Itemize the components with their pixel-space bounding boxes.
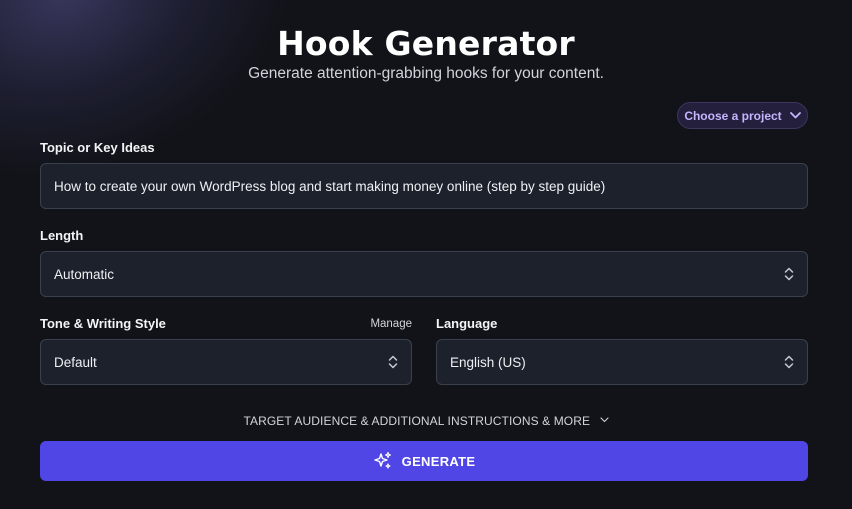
chevron-down-icon <box>789 112 801 119</box>
more-options-label: TARGET AUDIENCE & ADDITIONAL INSTRUCTION… <box>243 414 591 428</box>
choose-project-button[interactable]: Choose a project <box>677 102 808 129</box>
chevron-down-icon <box>599 417 609 423</box>
length-select[interactable]: Automatic <box>40 251 808 297</box>
length-select-value: Automatic <box>54 266 115 282</box>
generate-label: GENERATE <box>401 453 476 469</box>
tone-label: Tone & Writing Style <box>40 316 166 331</box>
language-label: Language <box>436 316 498 331</box>
topic-input-value: How to create your own WordPress blog an… <box>54 178 606 194</box>
manage-tone-link[interactable]: Manage <box>352 318 412 330</box>
language-select-value: English (US) <box>450 354 526 370</box>
tone-select[interactable]: Default <box>40 339 412 385</box>
generate-button[interactable]: GENERATE <box>40 441 808 481</box>
tone-select-value: Default <box>54 354 97 370</box>
topic-input[interactable]: How to create your own WordPress blog an… <box>40 163 808 209</box>
select-updown-icon <box>388 355 398 369</box>
sparkles-icon <box>373 451 391 469</box>
language-select[interactable]: English (US) <box>436 339 808 385</box>
select-updown-icon <box>784 267 794 281</box>
more-options-toggle[interactable]: TARGET AUDIENCE & ADDITIONAL INSTRUCTION… <box>0 414 852 428</box>
length-label: Length <box>40 228 84 243</box>
choose-project-label: Choose a project <box>684 108 782 123</box>
page-title: Hook Generator <box>277 24 575 63</box>
select-updown-icon <box>784 355 794 369</box>
topic-label: Topic or Key Ideas <box>40 140 155 155</box>
page-subtitle: Generate attention-grabbing hooks for yo… <box>248 65 604 82</box>
